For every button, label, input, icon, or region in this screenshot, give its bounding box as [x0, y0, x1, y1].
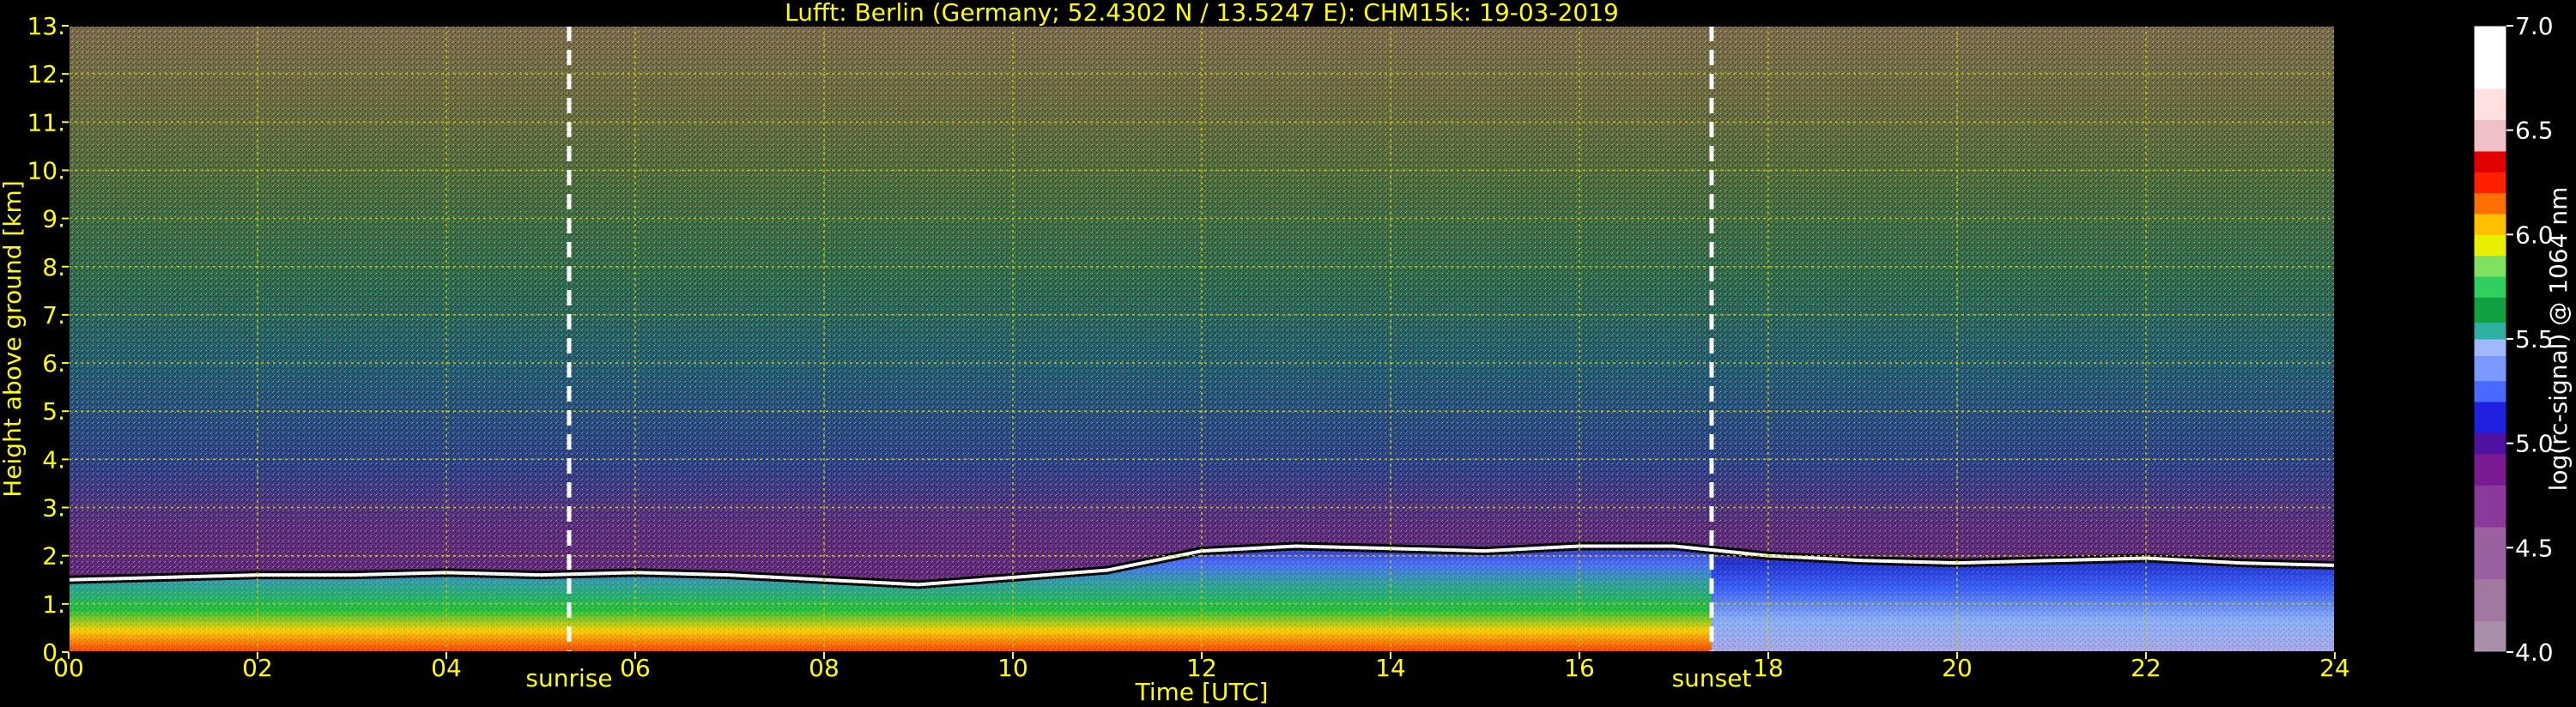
x-tick-label: 16 [1564, 654, 1595, 682]
y-tick-label: 8. [42, 253, 65, 281]
y-tick-label: 10. [27, 156, 65, 184]
colorbar-segment [2474, 276, 2506, 298]
colorbar-segment [2474, 380, 2506, 402]
colorbar-tick-label: 6.5 [2515, 117, 2554, 145]
colorbar-segment [2474, 255, 2506, 277]
colorbar-segment [2474, 151, 2506, 172]
colorbar-segment [2474, 297, 2506, 323]
y-tick-label: 6. [42, 349, 65, 378]
y-tick-label: 12. [27, 60, 65, 88]
x-tick-label: 22 [2131, 654, 2161, 682]
x-tick-label: 10 [997, 654, 1028, 682]
colorbar-segment [2474, 402, 2506, 433]
x-axis-label: Time [UTC] [1135, 678, 1269, 706]
x-tick-label: 24 [2319, 654, 2350, 682]
colorbar-tick-label: 4.0 [2515, 638, 2554, 667]
colorbar-segment [2474, 172, 2506, 194]
colorbar-segment [2474, 26, 2506, 89]
x-tick-label: 20 [1942, 654, 1973, 682]
colorbar-segment [2474, 527, 2506, 580]
colorbar-segment [2474, 214, 2506, 235]
y-tick-label: 9. [42, 205, 65, 233]
colorbar-segment [2474, 578, 2506, 621]
colorbar-segment [2474, 234, 2506, 257]
chart-svg: sunrise sunset00 02 04 06 08 10 12 14 16 18 20 22 240… [0, 0, 2573, 706]
colorbar-segment [2474, 339, 2506, 356]
colorbar: 4.04.55.05.56.06.57.0log(rc-signal) @ 10… [2473, 12, 2573, 667]
y-tick-label: 3. [42, 494, 65, 523]
x-tick-label: 06 [620, 654, 651, 682]
colorbar-segment [2474, 322, 2506, 340]
y-tick-label: 1. [42, 590, 65, 619]
colorbar-segment [2474, 620, 2506, 653]
colorbar-tick-label: 7.0 [2515, 12, 2554, 40]
colorbar-label: log(rc-signal) @ 1064 nm [2544, 187, 2573, 492]
colorbar-segment [2474, 432, 2506, 455]
plot-area: sunrise sunset00 02 04 06 08 10 12 14 16 18 20 22 240… [0, 0, 2350, 706]
colorbar-segment [2474, 355, 2506, 382]
y-tick-label: 13. [27, 12, 65, 40]
y-tick-label: 2. [42, 542, 65, 571]
x-tick-label: 18 [1753, 654, 1784, 682]
sunrise-label: sunrise [525, 664, 612, 692]
colorbar-segment [2474, 485, 2506, 528]
colorbar-segment [2474, 453, 2506, 486]
x-tick-label: 08 [809, 654, 839, 682]
y-axis-label: Height above ground [km] [0, 180, 27, 498]
colorbar-tick-label: 4.5 [2515, 534, 2554, 562]
x-tick-label: 14 [1375, 654, 1406, 682]
x-tick-label: 04 [431, 654, 462, 682]
ceilometer-figure: sunrise sunset 00 02 04 06 08 10 12 14 16 18 20 22 24 0… [0, 0, 2576, 707]
x-tick-label: 02 [242, 654, 273, 682]
colorbar-segment [2474, 88, 2506, 120]
colorbar-segment [2474, 119, 2506, 152]
chart-title: Lufft: Berlin (Germany; 52.4302 N / 13.5… [785, 0, 1619, 27]
colorbar-segment [2474, 192, 2506, 215]
y-tick-label: 4. [42, 445, 65, 474]
y-tick-label: 7. [42, 301, 65, 329]
sunset-label: sunset [1672, 664, 1752, 692]
y-tick-label: 5. [42, 397, 65, 426]
y-tick-label: 0. [42, 638, 65, 667]
y-tick-label: 11. [27, 108, 65, 136]
